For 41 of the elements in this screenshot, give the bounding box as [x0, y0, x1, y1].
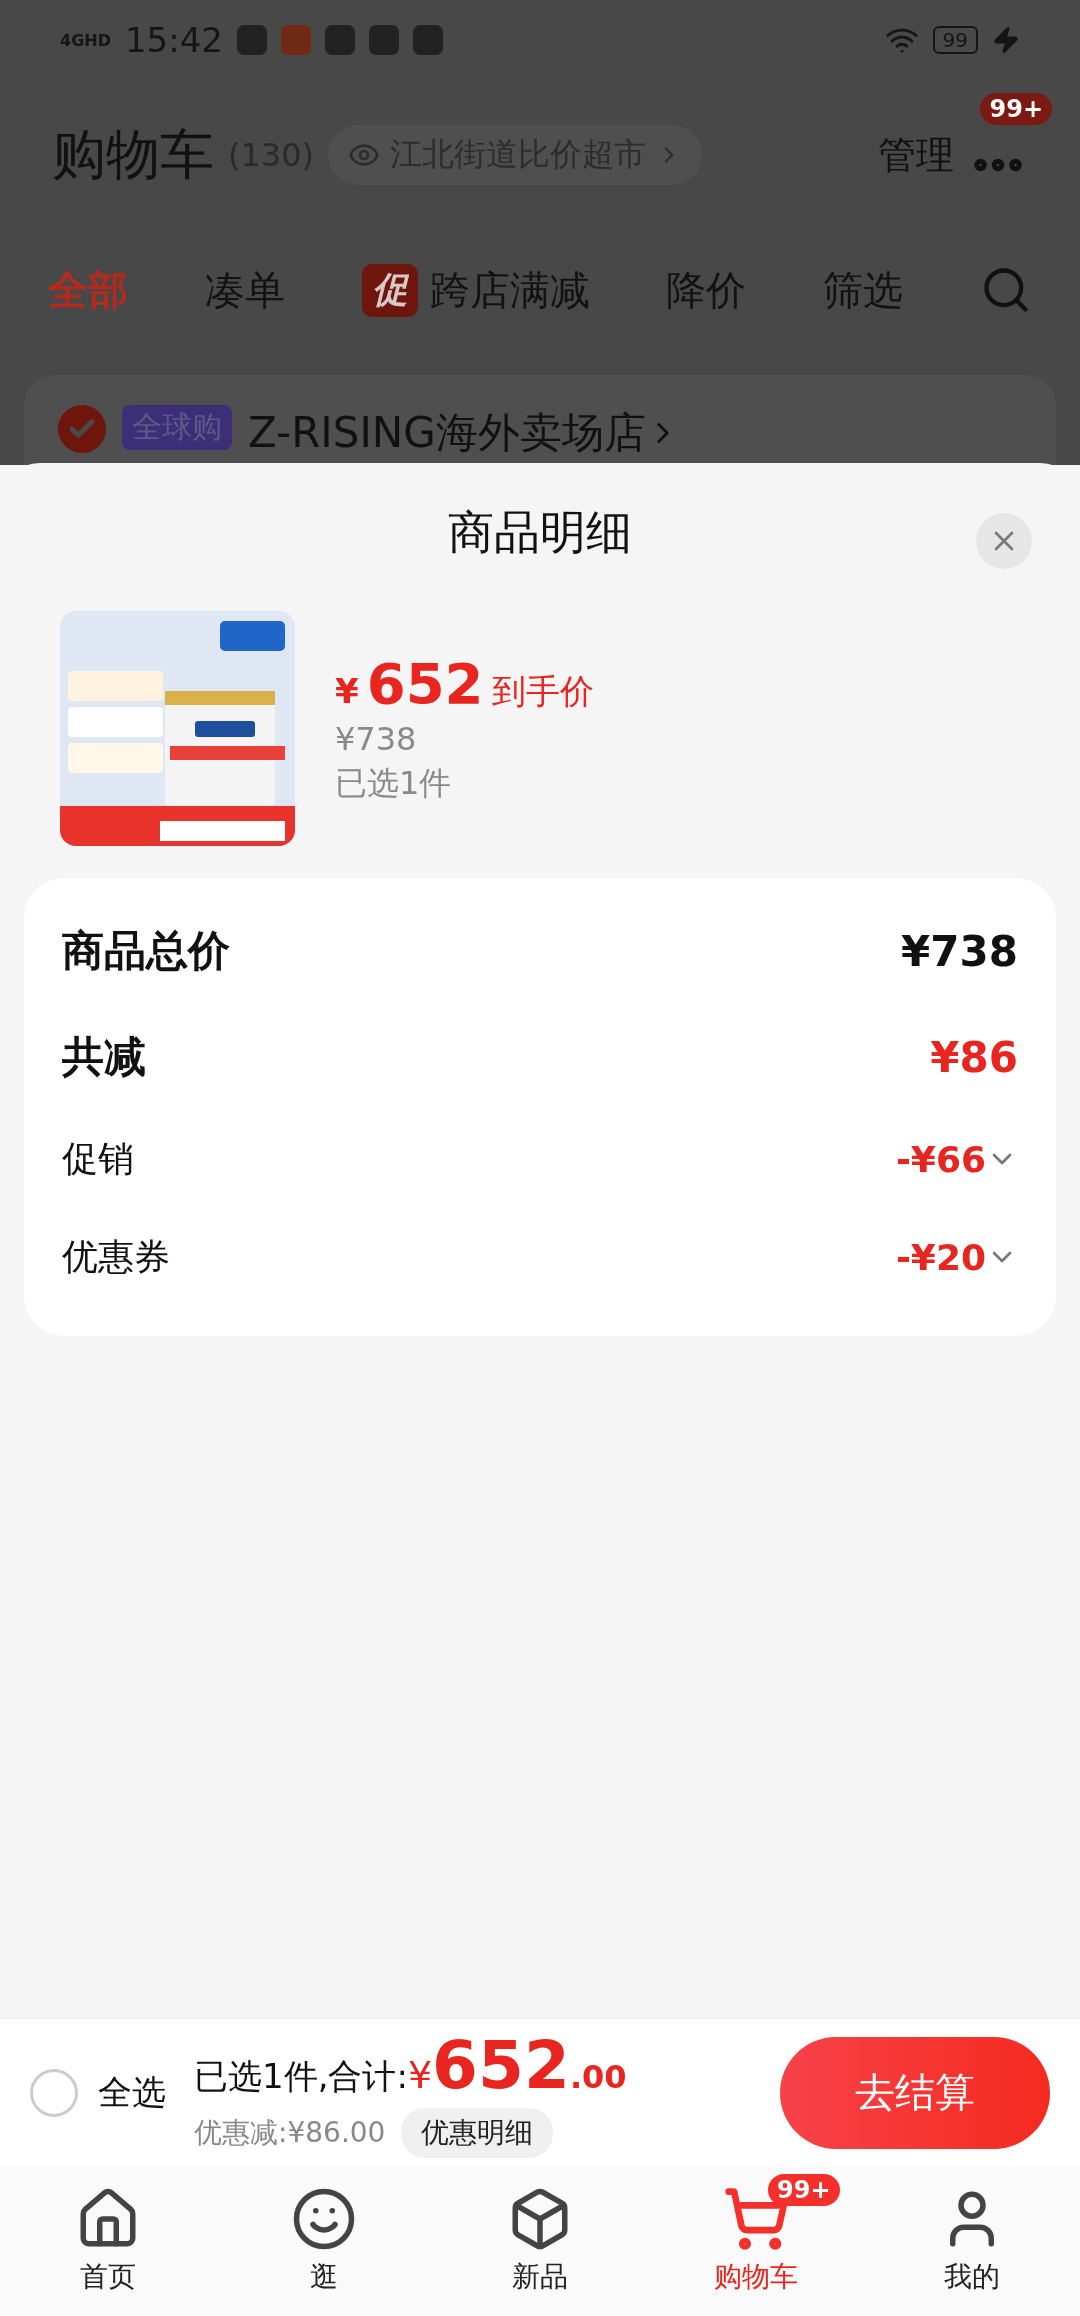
store-checkbox[interactable] — [58, 405, 106, 453]
nav-tab[interactable]: 我的 — [864, 2166, 1080, 2316]
nav-tab[interactable]: 首页 — [0, 2166, 216, 2316]
total-decimals: .00 — [569, 2058, 627, 2096]
discount-amount: 优惠减:¥86.00 — [194, 2115, 386, 2151]
selected-count: 已选1件 — [335, 762, 453, 804]
close-button[interactable] — [976, 513, 1032, 569]
select-all-checkbox[interactable] — [30, 2068, 78, 2117]
nav-tab[interactable]: 逛 — [216, 2166, 432, 2316]
promo-tag: 促 — [361, 263, 418, 317]
summary-value: -¥66 — [895, 1138, 986, 1180]
app-notification-icon — [280, 25, 311, 55]
currency-symbol: ¥ — [335, 670, 359, 711]
app-notification-icon — [368, 25, 399, 55]
charging-icon — [992, 26, 1020, 54]
nav-tab[interactable]: 新品 — [432, 2166, 648, 2316]
summary-value: ¥86 — [930, 1032, 1018, 1082]
app-notification-icon — [324, 25, 355, 55]
select-all-label: 全选 — [98, 2070, 166, 2114]
app-notification-icon — [412, 25, 443, 55]
summary-label: 共减 — [62, 1031, 146, 1083]
currency-symbol: ¥ — [407, 2053, 433, 2097]
price-label: 到手价 — [491, 669, 594, 713]
summary-label: 促销 — [62, 1136, 134, 1181]
total-label: 已选1件,合计: — [194, 2055, 408, 2098]
checkout-button[interactable]: 去结算 — [780, 2036, 1050, 2149]
final-price: 652 — [366, 650, 484, 716]
smiley-icon — [291, 2186, 357, 2252]
summary-label: 商品总价 — [62, 925, 230, 977]
nav-tab[interactable]: 购物车 99+ — [648, 2166, 864, 2316]
discount-detail-button[interactable]: 优惠明细 — [401, 2108, 554, 2158]
summary-label: 优惠券 — [62, 1234, 170, 1279]
cart-badge: 99+ — [768, 2174, 840, 2206]
notification-badge: 99+ — [980, 93, 1052, 125]
original-price: ¥738 — [335, 719, 418, 758]
summary-value: -¥20 — [895, 1236, 986, 1278]
sheet-title: 商品明细 — [448, 504, 632, 561]
app-notification-icon — [236, 25, 267, 55]
summary-value: ¥738 — [901, 926, 1018, 976]
total-amount: 652 — [432, 2027, 570, 2104]
store-name[interactable]: Z-RISING海外卖场店 — [248, 405, 680, 461]
